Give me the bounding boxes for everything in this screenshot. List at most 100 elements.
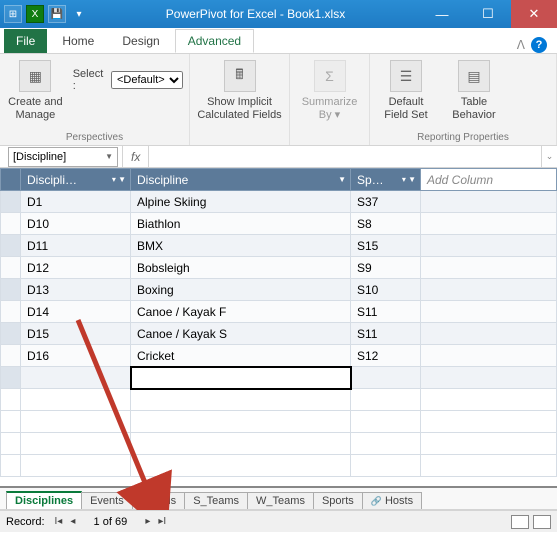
cell-discipline[interactable]: Bobsleigh xyxy=(131,257,351,279)
empty-cell[interactable] xyxy=(21,455,131,477)
cell-add[interactable] xyxy=(421,235,557,257)
empty-cell[interactable] xyxy=(21,433,131,455)
create-manage-button[interactable]: ▦ Create and Manage xyxy=(6,58,65,121)
cell-discipline[interactable]: Canoe / Kayak F xyxy=(131,301,351,323)
nav-next-icon[interactable]: ▸ xyxy=(143,516,152,527)
selected-cell[interactable] xyxy=(131,367,351,389)
empty-cell[interactable] xyxy=(131,433,351,455)
grid-view-icon[interactable] xyxy=(511,515,529,529)
cell-sport[interactable]: S12 xyxy=(351,345,421,367)
empty-cell[interactable] xyxy=(1,455,21,477)
cell-id[interactable]: D10 xyxy=(21,213,131,235)
empty-cell[interactable] xyxy=(21,389,131,411)
sheet-tab-steams[interactable]: S_Teams xyxy=(184,492,248,509)
row-header[interactable] xyxy=(1,323,21,345)
col-sport[interactable]: Sp…▾ ▼ xyxy=(351,169,421,191)
file-tab[interactable]: File xyxy=(4,29,47,53)
cell-add[interactable] xyxy=(421,257,557,279)
nav-prev-icon[interactable]: ◂ xyxy=(68,516,77,527)
empty-cell[interactable] xyxy=(421,411,557,433)
empty-cell[interactable] xyxy=(131,411,351,433)
table-row[interactable]: D10BiathlonS8 xyxy=(1,213,557,235)
table-behavior-button[interactable]: ▤ Table Behavior xyxy=(444,58,504,121)
row-header[interactable] xyxy=(1,301,21,323)
row-header[interactable] xyxy=(1,279,21,301)
cell[interactable] xyxy=(21,367,131,389)
col-disciplineid[interactable]: Discipli…▾ ▼ xyxy=(21,169,131,191)
filter-icon[interactable]: ▾ ▼ xyxy=(112,175,126,184)
cell-add[interactable] xyxy=(421,301,557,323)
cell-id[interactable]: D12 xyxy=(21,257,131,279)
qat-save-icon[interactable]: 💾 xyxy=(48,5,66,23)
cell-sport[interactable]: S9 xyxy=(351,257,421,279)
cell-id[interactable]: D11 xyxy=(21,235,131,257)
maximize-button[interactable]: ☐ xyxy=(465,0,511,28)
cell-add[interactable] xyxy=(421,279,557,301)
sheet-tab-hosts[interactable]: 🔗Hosts xyxy=(362,492,422,509)
cell[interactable] xyxy=(421,367,557,389)
formula-input[interactable] xyxy=(149,147,541,167)
perspective-select[interactable]: <Default> xyxy=(111,71,183,89)
sheet-tab-disciplines[interactable]: Disciplines xyxy=(6,491,82,509)
cell-discipline[interactable]: Canoe / Kayak S xyxy=(131,323,351,345)
table-row[interactable]: D14Canoe / Kayak FS11 xyxy=(1,301,557,323)
empty-cell[interactable] xyxy=(421,433,557,455)
cell-id[interactable]: D1 xyxy=(21,191,131,213)
help-icon[interactable]: ? xyxy=(531,37,547,53)
chevron-down-icon[interactable]: ▼ xyxy=(105,152,113,161)
empty-cell[interactable] xyxy=(351,455,421,477)
cell-add[interactable] xyxy=(421,345,557,367)
table-row[interactable]: D11BMXS15 xyxy=(1,235,557,257)
empty-cell[interactable] xyxy=(351,389,421,411)
table-row[interactable]: D1Alpine SkiingS37 xyxy=(1,191,557,213)
data-grid[interactable]: Discipli…▾ ▼ Discipline▼ Sp…▾ ▼ Add Colu… xyxy=(0,168,557,477)
empty-cell[interactable] xyxy=(421,455,557,477)
cell-id[interactable]: D14 xyxy=(21,301,131,323)
default-fieldset-button[interactable]: ☰ Default Field Set xyxy=(376,58,436,121)
col-add[interactable]: Add Column xyxy=(421,169,557,191)
row-header[interactable] xyxy=(1,191,21,213)
formula-expand-icon[interactable]: ⌄ xyxy=(541,146,557,167)
cell-discipline[interactable]: Boxing xyxy=(131,279,351,301)
nav-last-icon[interactable]: ▸I xyxy=(156,516,168,527)
cell-add[interactable] xyxy=(421,323,557,345)
row-header[interactable] xyxy=(1,367,21,389)
sheet-tab-wteams[interactable]: W_Teams xyxy=(247,492,314,509)
tab-advanced[interactable]: Advanced xyxy=(175,29,254,53)
tab-design[interactable]: Design xyxy=(109,29,172,53)
empty-cell[interactable] xyxy=(351,411,421,433)
empty-cell[interactable] xyxy=(131,455,351,477)
collapse-ribbon-icon[interactable]: ᐱ xyxy=(517,38,525,52)
tab-home[interactable]: Home xyxy=(49,29,107,53)
show-implicit-button[interactable]: 🖩 Show Implicit Calculated Fields xyxy=(196,58,283,121)
table-row[interactable]: D16CricketS12 xyxy=(1,345,557,367)
qat-excel-icon[interactable]: X xyxy=(26,5,44,23)
row-header[interactable] xyxy=(1,235,21,257)
cell-add[interactable] xyxy=(421,191,557,213)
table-row[interactable]: D15Canoe / Kayak SS11 xyxy=(1,323,557,345)
sheet-tab-medals[interactable]: Medals xyxy=(132,492,185,509)
empty-cell[interactable] xyxy=(131,389,351,411)
cell-discipline[interactable]: Cricket xyxy=(131,345,351,367)
fx-label[interactable]: fx xyxy=(122,146,149,167)
name-box[interactable]: [Discipline] ▼ xyxy=(8,147,118,167)
app-icon[interactable]: ⊞ xyxy=(4,5,22,23)
cell-sport[interactable]: S15 xyxy=(351,235,421,257)
empty-cell[interactable] xyxy=(421,389,557,411)
table-row[interactable]: D12BobsleighS9 xyxy=(1,257,557,279)
cell-id[interactable]: D16 xyxy=(21,345,131,367)
qat-more-icon[interactable]: ▾ xyxy=(70,5,88,23)
cell-discipline[interactable]: BMX xyxy=(131,235,351,257)
cell-sport[interactable]: S10 xyxy=(351,279,421,301)
cell-sport[interactable]: S11 xyxy=(351,301,421,323)
cell-id[interactable]: D13 xyxy=(21,279,131,301)
table-row[interactable]: D13BoxingS10 xyxy=(1,279,557,301)
empty-cell[interactable] xyxy=(351,433,421,455)
cell-add[interactable] xyxy=(421,213,557,235)
empty-cell[interactable] xyxy=(1,433,21,455)
cell-sport[interactable]: S8 xyxy=(351,213,421,235)
row-header[interactable] xyxy=(1,213,21,235)
col-discipline[interactable]: Discipline▼ xyxy=(131,169,351,191)
empty-cell[interactable] xyxy=(1,389,21,411)
cell-sport[interactable]: S11 xyxy=(351,323,421,345)
